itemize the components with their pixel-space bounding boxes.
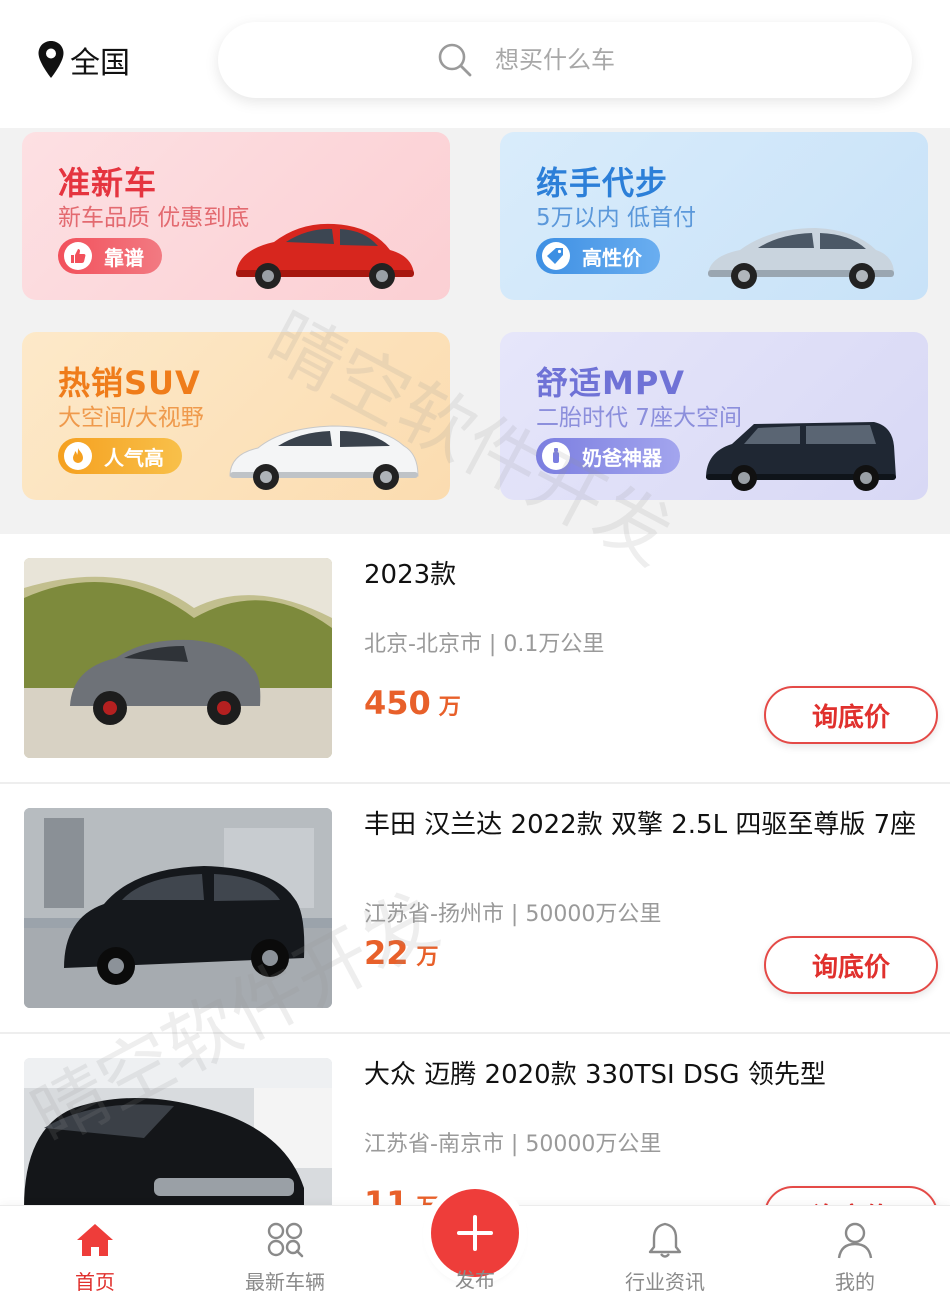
plus-icon [457, 1215, 493, 1251]
listing-price: 450 万 [364, 684, 461, 722]
price-unit: 万 [416, 945, 439, 970]
price-tag-icon [542, 242, 570, 270]
category-subtitle: 大空间/大视野 [58, 405, 204, 431]
ask-price-button[interactable]: 询底价 [764, 686, 938, 744]
category-badge: 高性价 [536, 238, 660, 274]
tab-label: 首页 [75, 1270, 115, 1294]
search-input[interactable] [495, 46, 695, 74]
ask-price-button[interactable]: 询底价 [764, 936, 938, 994]
tab-label: 最新车辆 [245, 1270, 325, 1294]
publish-label: 发布 [455, 1268, 495, 1292]
car-photo-black-suv [24, 808, 332, 1008]
bell-icon [648, 1222, 682, 1258]
category-card-near-new[interactable]: 准新车 新车品质 优惠到底 靠谱 [22, 132, 450, 300]
category-card-suv[interactable]: 热销SUV 大空间/大视野 人气高 [22, 332, 450, 500]
category-grid: 准新车 新车品质 优惠到底 靠谱 练手代步 5万以内 低首付 高性价 热销SUV… [0, 128, 950, 534]
grid-search-icon [267, 1222, 304, 1258]
user-icon [837, 1222, 873, 1259]
price-unit: 万 [438, 695, 461, 720]
red-beetle-car-image [236, 223, 414, 289]
price-value: 22 [364, 934, 409, 972]
listing-title: 丰田 汉兰达 2022款 双擎 2.5L 四驱至尊版 7座 [364, 810, 917, 840]
list-item[interactable]: 2023款 北京-北京市 | 0.1万公里 450 万 询底价 [0, 534, 950, 784]
listing-price: 22 万 [364, 934, 439, 972]
search-bar[interactable] [218, 22, 912, 98]
category-badge-label: 人气高 [104, 445, 164, 470]
location-pin-icon [38, 41, 64, 78]
search-icon [438, 43, 472, 77]
listing-location-mileage: 江苏省-南京市 | 50000万公里 [364, 1132, 662, 1157]
tab-industry-news[interactable]: 行业资讯 [570, 1206, 760, 1295]
location-selector[interactable]: 全国 [36, 38, 130, 82]
tab-home[interactable]: 首页 [0, 1206, 190, 1295]
listing-location-mileage: 北京-北京市 | 0.1万公里 [364, 632, 605, 657]
listing-title: 2023款 [364, 560, 457, 590]
category-subtitle: 5万以内 低首付 [536, 205, 696, 231]
location-label: 全国 [70, 46, 130, 81]
black-mpv-car-image [706, 422, 896, 491]
price-value: 450 [364, 684, 431, 722]
tab-latest-cars[interactable]: 最新车辆 [190, 1206, 380, 1295]
silver-hatchback-car-image [708, 228, 894, 289]
home-icon [77, 1224, 113, 1256]
listing-title: 大众 迈腾 2020款 330TSI DSG 领先型 [364, 1060, 826, 1090]
tab-mine[interactable]: 我的 [760, 1206, 950, 1295]
category-card-mpv[interactable]: 舒适MPV 二胎时代 7座大空间 奶爸神器 [500, 332, 928, 500]
category-badge-label: 靠谱 [104, 245, 144, 270]
flame-icon [64, 442, 92, 470]
top-header: 全国 [0, 0, 950, 128]
category-badge-label: 高性价 [582, 245, 642, 270]
category-badge: 靠谱 [58, 238, 162, 274]
category-subtitle: 新车品质 优惠到底 [58, 205, 250, 231]
list-item[interactable]: 丰田 汉兰达 2022款 双擎 2.5L 四驱至尊版 7座 江苏省-扬州市 | … [0, 784, 950, 1034]
baby-bottle-icon [542, 442, 570, 470]
white-suv-car-image [229, 425, 419, 490]
category-badge: 人气高 [58, 438, 182, 474]
car-photo-gray-sedan [24, 558, 332, 758]
category-card-starter[interactable]: 练手代步 5万以内 低首付 高性价 [500, 132, 928, 300]
category-badge: 奶爸神器 [536, 438, 680, 474]
tab-label: 行业资讯 [625, 1270, 705, 1294]
category-badge-label: 奶爸神器 [582, 445, 662, 470]
tab-label: 我的 [835, 1270, 875, 1294]
listing-location-mileage: 江苏省-扬州市 | 50000万公里 [364, 902, 662, 927]
thumbs-up-icon [64, 242, 92, 270]
